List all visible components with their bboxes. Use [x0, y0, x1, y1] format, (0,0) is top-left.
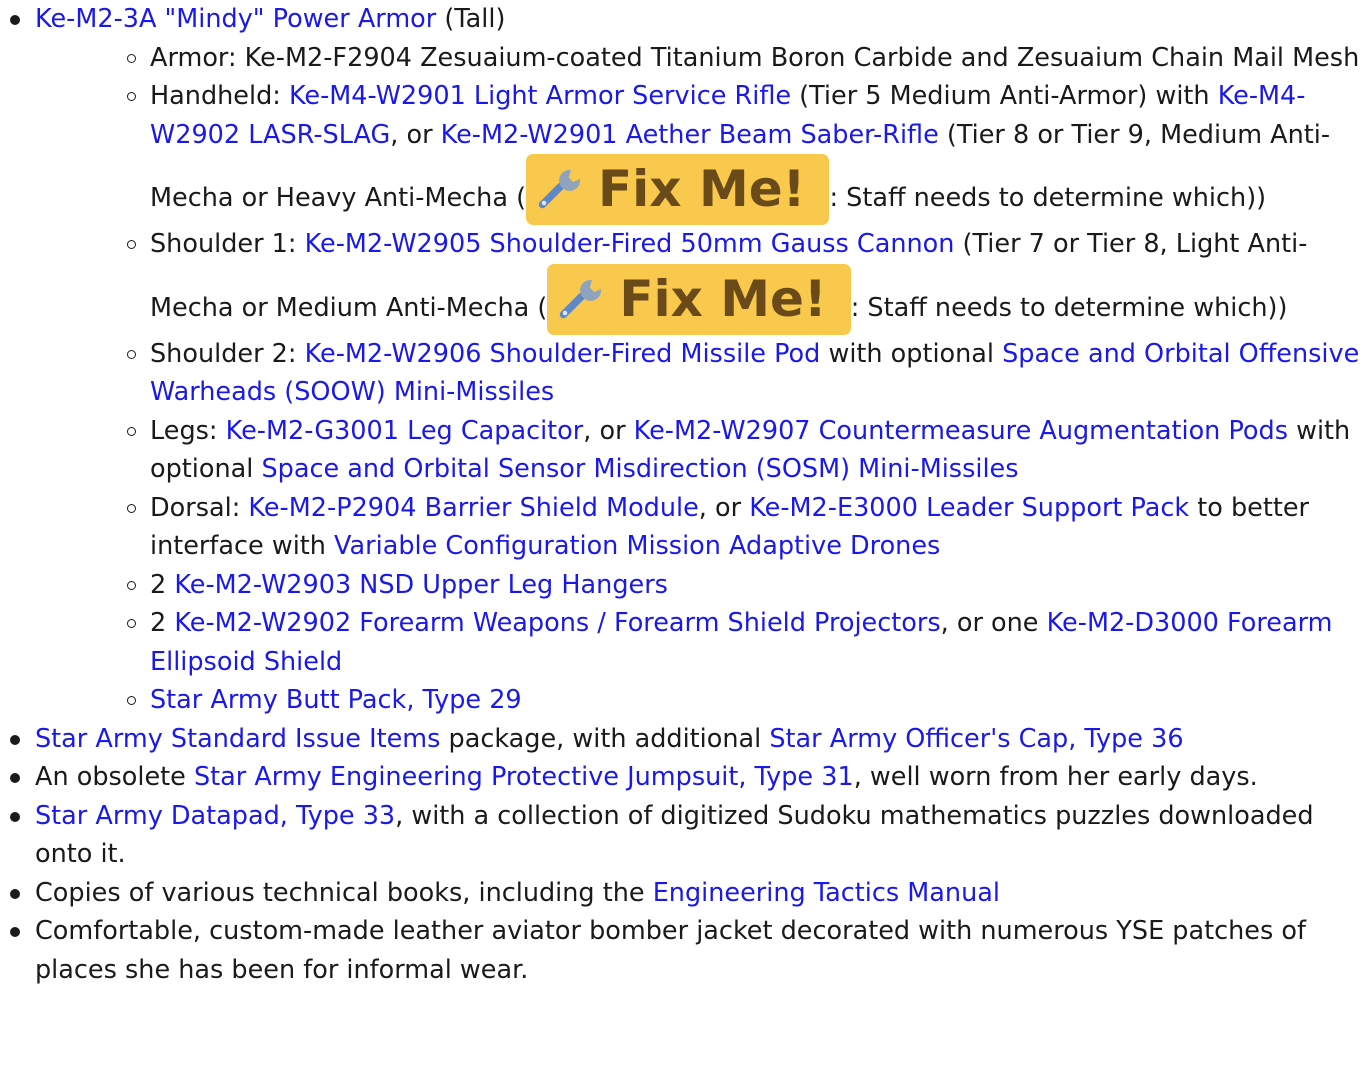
butt-pack-link[interactable]: Star Army Butt Pack, Type 29 [150, 685, 522, 715]
forearm-prefix: 2 [150, 608, 175, 638]
jumpsuit-prefix: An obsolete [35, 762, 194, 792]
datapad-link[interactable]: Star Army Datapad, Type 33 [35, 801, 395, 831]
sublist-item-legs: Legs: Ke-M2-G3001 Leg Capacitor, or Ke-M… [115, 412, 1369, 489]
forearm-mid1: , or one [940, 608, 1047, 638]
light-armor-service-rifle-link[interactable]: Ke-M4-W2901 Light Armor Service Rifle [289, 81, 791, 111]
sublist-item-forearm: 2 Ke-M2-W2902 Forearm Weapons / Forearm … [115, 604, 1369, 681]
shoulder2-prefix: Shoulder 2: [150, 338, 305, 369]
forearm-weapons-link[interactable]: Ke-M2-W2902 Forearm Weapons / Forearm Sh… [174, 608, 940, 638]
legs-prefix: Legs: [150, 415, 226, 446]
fixme-badge: Fix Me! [547, 263, 851, 335]
handheld-mid1: (Tier 5 Medium Anti-Armor) with [791, 81, 1218, 111]
mission-adaptive-drones-link[interactable]: Variable Configuration Mission Adaptive … [334, 531, 940, 561]
aether-beam-saber-rifle-link[interactable]: Ke-M2-W2901 Aether Beam Saber-Rifle [441, 120, 939, 150]
inventory-page: Ke-M2-3A "Mindy" Power Armor (Tall) Armo… [0, 0, 1369, 1080]
handheld-prefix: Handheld: [150, 81, 289, 111]
countermeasure-pods-link[interactable]: Ke-M2-W2907 Countermeasure Augmentation … [634, 416, 1288, 446]
missile-pod-link[interactable]: Ke-M2-W2906 Shoulder-Fired Missile Pod [305, 339, 821, 369]
wrench-icon [560, 279, 602, 318]
barrier-shield-module-link[interactable]: Ke-M2-P2904 Barrier Shield Module [248, 493, 698, 523]
legs-mid1: , or [583, 415, 634, 446]
dorsal-mid1: , or [698, 492, 750, 523]
shoulder2-mid1: with optional [820, 338, 1003, 369]
handheld-suffix: : Staff needs to determine which)) [829, 183, 1267, 213]
power-armor-link[interactable]: Ke-M2-3A "Mindy" Power Armor [35, 4, 436, 34]
power-armor-suffix: (Tall) [436, 4, 506, 34]
sublist-item-shoulder-1: Shoulder 1: Ke-M2-W2905 Shoulder-Fired 5… [115, 225, 1369, 335]
inventory-list: Ke-M2-3A "Mindy" Power Armor (Tall) Armo… [0, 0, 1369, 989]
jumpsuit-suffix: , well worn from her early days. [853, 762, 1258, 792]
list-item-datapad: Star Army Datapad, Type 33, with a colle… [0, 797, 1369, 874]
standard-issue-items-link[interactable]: Star Army Standard Issue Items [35, 724, 440, 754]
shoulder1-prefix: Shoulder 1: [150, 229, 305, 259]
protective-jumpsuit-link[interactable]: Star Army Engineering Protective Jumpsui… [194, 762, 854, 792]
sublist-item-dorsal: Dorsal: Ke-M2-P2904 Barrier Shield Modul… [115, 489, 1369, 566]
standard-issue-mid: package, with additional [440, 723, 770, 754]
leader-support-pack-link[interactable]: Ke-M2-E3000 Leader Support Pack [749, 493, 1189, 523]
nsd-upper-leg-hangers-link[interactable]: Ke-M2-W2903 NSD Upper Leg Hangers [174, 570, 668, 600]
fixme-label: Fix Me! [598, 160, 806, 218]
list-item-jacket: Comfortable, custom-made leather aviator… [0, 912, 1369, 989]
power-armor-sublist: Armor: Ke-M2-F2904 Zesuaium-coated Titan… [35, 39, 1369, 720]
list-item-books: Copies of various technical books, inclu… [0, 874, 1369, 913]
list-item-jumpsuit: An obsolete Star Army Engineering Protec… [0, 758, 1369, 797]
jacket-text: Comfortable, custom-made leather aviator… [35, 916, 1306, 985]
leg-capacitor-link[interactable]: Ke-M2-G3001 Leg Capacitor [226, 416, 584, 446]
engineering-tactics-manual-link[interactable]: Engineering Tactics Manual [653, 878, 1000, 908]
list-item-standard-issue: Star Army Standard Issue Items package, … [0, 720, 1369, 759]
armor-text: Armor: Ke-M2-F2904 Zesuaium-coated Titan… [150, 42, 1360, 73]
gauss-cannon-link[interactable]: Ke-M2-W2905 Shoulder-Fired 50mm Gauss Ca… [305, 229, 955, 259]
sublist-item-handheld: Handheld: Ke-M4-W2901 Light Armor Servic… [115, 77, 1369, 225]
dorsal-prefix: Dorsal: [150, 492, 249, 523]
fixme-label: Fix Me! [619, 269, 827, 328]
sublist-item-leg-hangers: 2 Ke-M2-W2903 NSD Upper Leg Hangers [115, 566, 1369, 605]
sublist-item-shoulder-2: Shoulder 2: Ke-M2-W2906 Shoulder-Fired M… [115, 335, 1369, 412]
books-prefix: Copies of various technical books, inclu… [35, 877, 653, 908]
wrench-icon [538, 169, 581, 209]
shoulder1-suffix: : Staff needs to determine which)) [850, 292, 1288, 323]
sublist-item-armor: Armor: Ke-M2-F2904 Zesuaium-coated Titan… [115, 39, 1369, 78]
leg-hangers-prefix: 2 [150, 569, 175, 600]
sosm-mini-missiles-link[interactable]: Space and Orbital Sensor Misdirection (S… [261, 454, 1018, 484]
handheld-mid2: , or [390, 119, 441, 150]
sublist-item-butt-pack: Star Army Butt Pack, Type 29 [115, 681, 1369, 720]
list-item-power-armor: Ke-M2-3A "Mindy" Power Armor (Tall) Armo… [0, 0, 1369, 720]
officers-cap-link[interactable]: Star Army Officer's Cap, Type 36 [769, 724, 1183, 754]
fixme-badge: Fix Me! [526, 154, 830, 225]
